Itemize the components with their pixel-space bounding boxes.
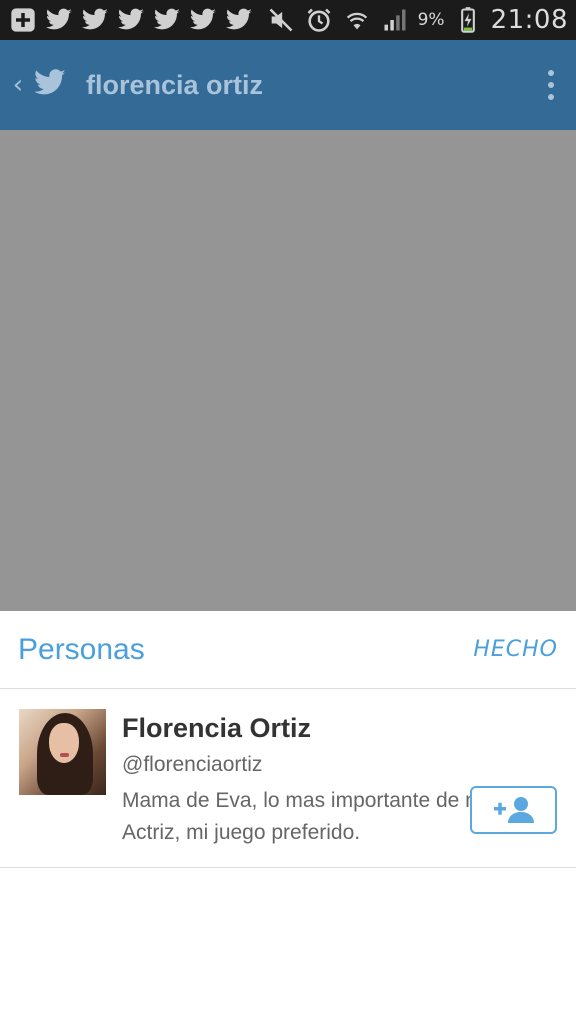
- page-title: florencia ortiz: [86, 69, 264, 100]
- battery-percent: 9%: [417, 10, 445, 30]
- follow-button[interactable]: [470, 786, 557, 834]
- action-bar: ‹ florencia ortiz: [0, 40, 576, 130]
- twitter-notification-icon: [80, 5, 110, 35]
- overflow-menu-icon[interactable]: [548, 70, 554, 100]
- twitter-logo-icon[interactable]: [30, 66, 70, 104]
- signal-icon: [380, 5, 410, 35]
- twitter-notification-icon: [224, 5, 254, 35]
- twitter-notification-icon: [116, 5, 146, 35]
- clock: 21:08: [490, 5, 568, 35]
- add-user-icon: [493, 797, 534, 823]
- mute-icon: [266, 5, 296, 35]
- people-sheet: Personas HECHO Florencia Ortiz @florenci…: [0, 611, 576, 1024]
- done-button[interactable]: HECHO: [473, 637, 558, 662]
- sheet-title: Personas: [18, 632, 145, 666]
- sheet-header: Personas HECHO: [0, 611, 576, 689]
- user-list-item[interactable]: Florencia Ortiz @florenciaortiz Mama de …: [0, 689, 576, 868]
- battery-charging-icon: [453, 5, 483, 35]
- avatar[interactable]: [19, 709, 106, 795]
- twitter-notification-icon: [152, 5, 182, 35]
- dim-overlay[interactable]: [0, 130, 576, 611]
- back-chevron-icon[interactable]: ‹: [6, 70, 30, 100]
- notification-icons: [8, 5, 254, 35]
- system-icons: 9% 21:08: [266, 5, 568, 35]
- add-notification-icon: [8, 5, 38, 35]
- twitter-notification-icon: [188, 5, 218, 35]
- user-handle: @florenciaortiz: [122, 753, 263, 776]
- twitter-notification-icon: [44, 5, 74, 35]
- status-bar: 9% 21:08: [0, 0, 576, 40]
- wifi-icon: [342, 5, 372, 35]
- alarm-icon: [304, 5, 334, 35]
- user-name: Florencia Ortiz: [122, 713, 312, 743]
